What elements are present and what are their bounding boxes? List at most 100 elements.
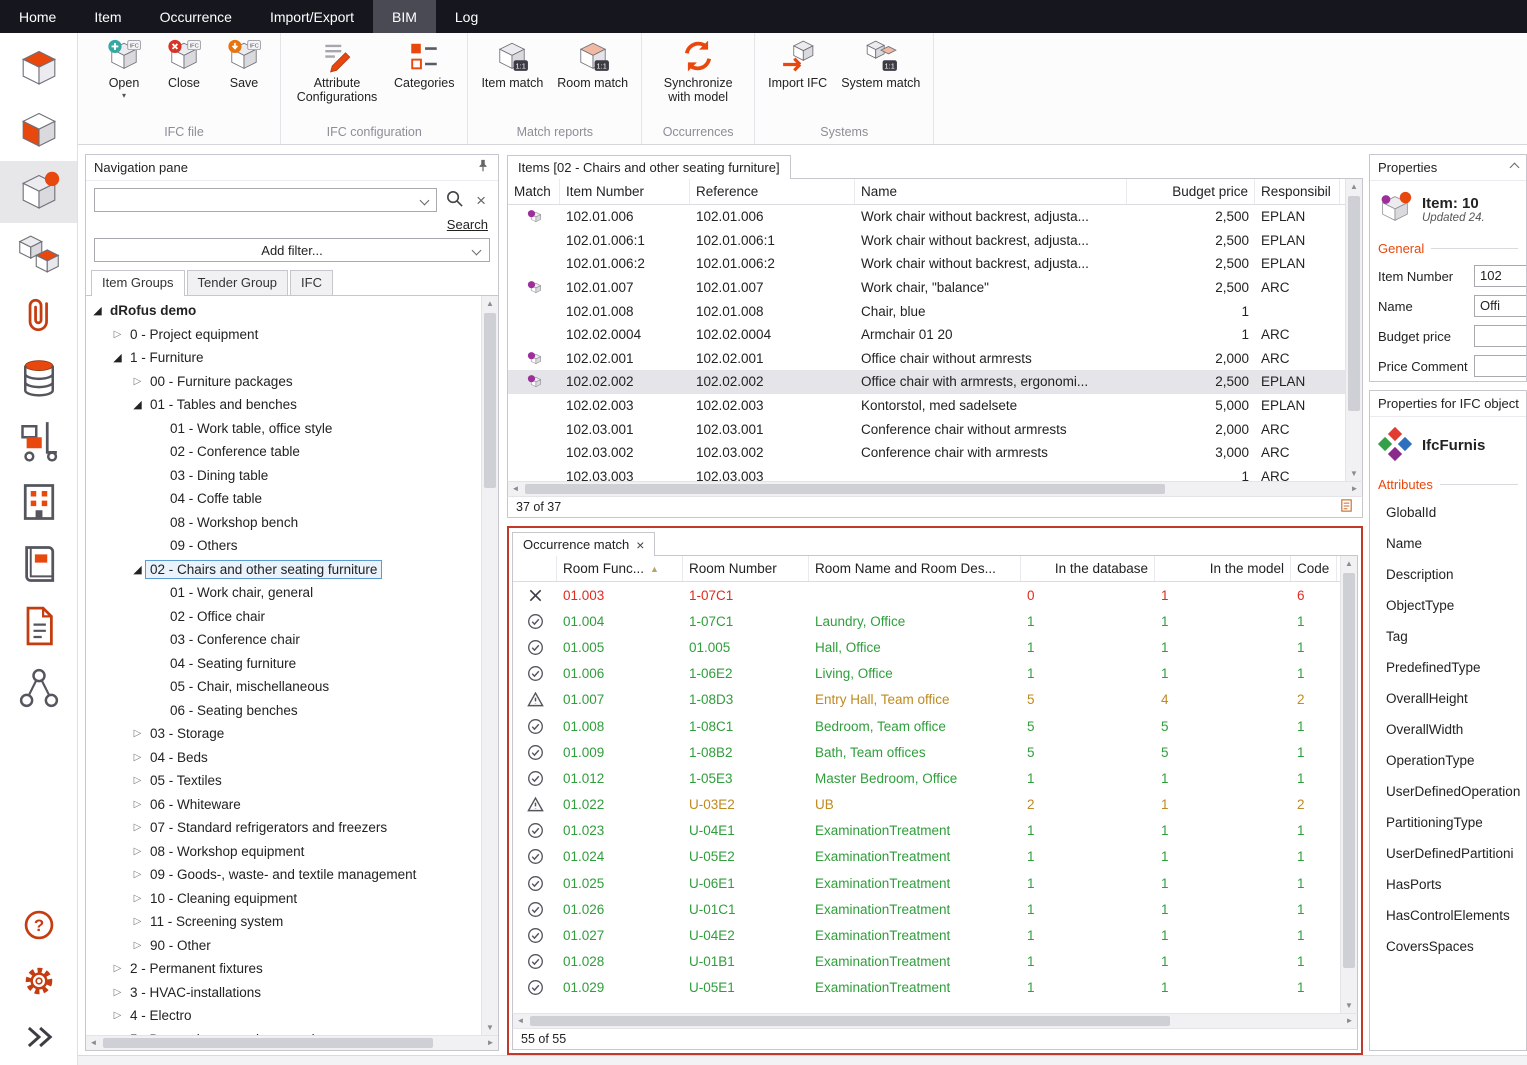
- items-row[interactable]: 102.03.003102.03.0031ARC: [508, 465, 1345, 481]
- tree-expander-icon[interactable]: ▷: [110, 329, 125, 340]
- tree-expander-icon[interactable]: ▷: [130, 799, 145, 810]
- tree-node-01-work-table-office-style[interactable]: 01 - Work table, office style: [86, 417, 481, 441]
- sidebar-expand-sidebar-icon[interactable]: [0, 1009, 77, 1065]
- occurrence-row[interactable]: 01.028U-01B1ExaminationTreatment111: [513, 949, 1340, 975]
- tree-node-4-electro[interactable]: ▷4 - Electro: [86, 1004, 481, 1028]
- attribute-userdefinedpartitioni[interactable]: UserDefinedPartitioni: [1370, 838, 1526, 869]
- occurrence-row[interactable]: 01.0061-06E2Living, Office111: [513, 661, 1340, 687]
- attribute-objecttype[interactable]: ObjectType: [1370, 590, 1526, 621]
- sidebar-boxes-open-icon[interactable]: [0, 37, 77, 99]
- tree-node-10-cleaning-equipment[interactable]: ▷10 - Cleaning equipment: [86, 887, 481, 911]
- attribute-globalid[interactable]: GlobalId: [1370, 497, 1526, 528]
- tree-node-drofus-demo[interactable]: ◢dRofus demo: [86, 299, 481, 323]
- tree-node-07-standard-refrigerators-and-freezers[interactable]: ▷07 - Standard refrigerators and freezer…: [86, 816, 481, 840]
- tree-horizontal-scrollbar[interactable]: ◄►: [86, 1035, 498, 1050]
- tree-node-04-beds[interactable]: ▷04 - Beds: [86, 746, 481, 770]
- attribute-coversspaces[interactable]: CoversSpaces: [1370, 931, 1526, 962]
- sidebar-catalog-icon[interactable]: [0, 533, 77, 595]
- menu-item[interactable]: Item: [75, 0, 140, 33]
- ribbon-import-ifc-button[interactable]: Import IFC: [763, 37, 832, 92]
- menu-occurrence[interactable]: Occurrence: [141, 0, 251, 33]
- occurrence-row[interactable]: 01.025U-06E1ExaminationTreatment111: [513, 870, 1340, 896]
- items-row[interactable]: 102.02.002102.02.002Office chair with ar…: [508, 370, 1345, 394]
- tree-expander-icon[interactable]: ▷: [110, 963, 125, 974]
- ribbon-room-match-button[interactable]: 1:1Room match: [552, 37, 633, 92]
- tree-node-00-furniture-packages[interactable]: ▷00 - Furniture packages: [86, 370, 481, 394]
- tree-expander-icon[interactable]: ▷: [130, 822, 145, 833]
- ribbon-system-match-button[interactable]: 1:1System match: [836, 37, 925, 92]
- report-icon[interactable]: [1339, 498, 1354, 516]
- add-filter-dropdown[interactable]: Add filter...: [94, 238, 490, 262]
- items-row[interactable]: 102.03.001102.03.001Conference chair wit…: [508, 417, 1345, 441]
- tree-node-1-furniture[interactable]: ◢1 - Furniture: [86, 346, 481, 370]
- tree-node-02-office-chair[interactable]: 02 - Office chair: [86, 605, 481, 629]
- menu-import-export[interactable]: Import/Export: [251, 0, 373, 33]
- item-number-input[interactable]: 102: [1474, 265, 1526, 287]
- column-header-room-name-and-room-des[interactable]: Room Name and Room Des...: [809, 556, 1021, 581]
- column-header-budget-price[interactable]: Budget price: [1127, 179, 1255, 204]
- collapse-panel-icon[interactable]: [1510, 163, 1520, 173]
- price-comment-input[interactable]: [1474, 355, 1526, 377]
- menu-home[interactable]: Home: [0, 0, 75, 33]
- tree-node-08-workshop-equipment[interactable]: ▷08 - Workshop equipment: [86, 840, 481, 864]
- ribbon-close-button[interactable]: IFCClose: [156, 37, 212, 92]
- tree-node-08-workshop-bench[interactable]: 08 - Workshop bench: [86, 511, 481, 535]
- tree-node-90-other[interactable]: ▷90 - Other: [86, 934, 481, 958]
- ribbon-attribute-configurations-button[interactable]: Attribute Configurations: [289, 37, 385, 107]
- occurrence-horizontal-scrollbar[interactable]: ◄►: [512, 1013, 1358, 1028]
- occurrence-row[interactable]: 01.0041-07C1Laundry, Office111: [513, 608, 1340, 634]
- sidebar-building-icon[interactable]: [0, 471, 77, 533]
- tab-item-groups[interactable]: Item Groups: [91, 270, 185, 296]
- tree-vertical-scrollbar[interactable]: ▲▼: [481, 296, 498, 1035]
- sidebar-relations-icon[interactable]: [0, 657, 77, 719]
- attribute-description[interactable]: Description: [1370, 559, 1526, 590]
- occurrence-row[interactable]: 01.0031-07C1016: [513, 582, 1340, 608]
- tree-node-06-whiteware[interactable]: ▷06 - Whiteware: [86, 793, 481, 817]
- occurrence-row[interactable]: 01.027U-04E2ExaminationTreatment111: [513, 922, 1340, 948]
- tree-expander-icon[interactable]: ◢: [110, 351, 125, 364]
- tree-expander-icon[interactable]: ▷: [110, 1010, 125, 1021]
- column-header-status[interactable]: [513, 556, 557, 581]
- attribute-userdefinedoperation[interactable]: UserDefinedOperation: [1370, 776, 1526, 807]
- items-row[interactable]: 102.01.006102.01.006Work chair without b…: [508, 205, 1345, 229]
- tree-node-01-tables-and-benches[interactable]: ◢01 - Tables and benches: [86, 393, 481, 417]
- items-row[interactable]: 102.03.002102.03.002Conference chair wit…: [508, 441, 1345, 465]
- items-row[interactable]: 102.01.008102.01.008Chair, blue1: [508, 299, 1345, 323]
- close-tab-icon[interactable]: ×: [636, 538, 644, 552]
- occurrence-row[interactable]: 01.0071-08D3Entry Hall, Team office542: [513, 687, 1340, 713]
- column-header-room-func[interactable]: Room Func...▲: [557, 556, 683, 581]
- tree-node-02-conference-table[interactable]: 02 - Conference table: [86, 440, 481, 464]
- attribute-name[interactable]: Name: [1370, 528, 1526, 559]
- tree-expander-icon[interactable]: ▷: [130, 916, 145, 927]
- sidebar-documents-icon[interactable]: [0, 595, 77, 657]
- attribute-partitioningtype[interactable]: PartitioningType: [1370, 807, 1526, 838]
- attribute-tag[interactable]: Tag: [1370, 621, 1526, 652]
- tree-expander-icon[interactable]: ◢: [90, 304, 105, 317]
- column-header-responsibil[interactable]: Responsibil: [1255, 179, 1340, 204]
- attribute-overallheight[interactable]: OverallHeight: [1370, 683, 1526, 714]
- attribute-predefinedtype[interactable]: PredefinedType: [1370, 652, 1526, 683]
- tree-expander-icon[interactable]: ▷: [130, 869, 145, 880]
- attribute-overallwidth[interactable]: OverallWidth: [1370, 714, 1526, 745]
- tree-node-01-work-chair-general[interactable]: 01 - Work chair, general: [86, 581, 481, 605]
- tree-expander-icon[interactable]: ◢: [130, 398, 145, 411]
- tree-expander-icon[interactable]: ▷: [130, 376, 145, 387]
- menu-bim[interactable]: BIM: [373, 0, 436, 33]
- tree-expander-icon[interactable]: ▷: [130, 728, 145, 739]
- sidebar-settings-icon[interactable]: [0, 953, 77, 1009]
- items-row[interactable]: 102.02.001102.02.001Office chair without…: [508, 347, 1345, 371]
- pin-icon[interactable]: [476, 159, 490, 176]
- column-header-match[interactable]: Match: [508, 179, 560, 204]
- occurrence-row[interactable]: 01.0081-08C1Bedroom, Team office551: [513, 713, 1340, 739]
- ribbon-item-match-button[interactable]: 1:1Item match: [476, 37, 548, 92]
- sidebar-model-cube-icon[interactable]: [0, 99, 77, 161]
- ribbon-categories-button[interactable]: Categories: [389, 37, 459, 92]
- tree-expander-icon[interactable]: ▷: [110, 987, 125, 998]
- tree-node-05-chair-mischellaneous[interactable]: 05 - Chair, mischellaneous: [86, 675, 481, 699]
- budget-price-input[interactable]: [1474, 325, 1526, 347]
- occurrence-vertical-scrollbar[interactable]: ▲▼: [1340, 556, 1357, 1013]
- search-icon[interactable]: [445, 189, 464, 211]
- column-header-item-number[interactable]: Item Number: [560, 179, 690, 204]
- menu-log[interactable]: Log: [436, 0, 497, 33]
- occurrence-match-tab[interactable]: Occurrence match ×: [512, 532, 655, 556]
